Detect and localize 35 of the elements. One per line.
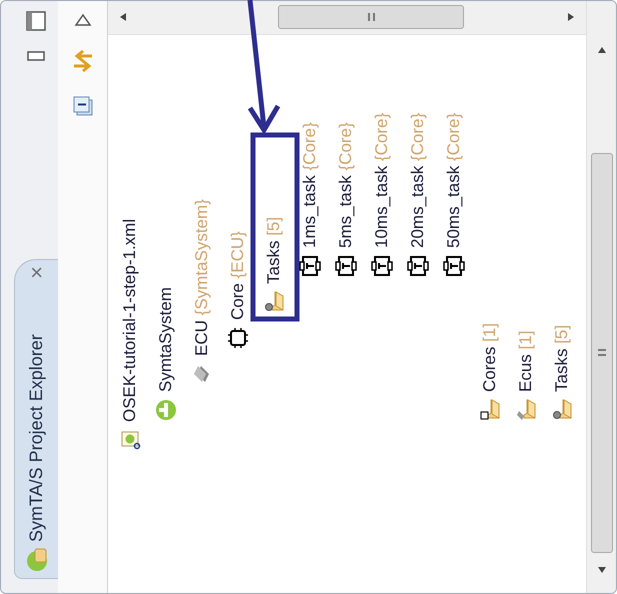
tree-item[interactable]: ECU {SymtaSystem}	[189, 199, 215, 356]
task-icon	[407, 255, 429, 277]
xml-file-icon	[119, 429, 141, 451]
view-menu-icon[interactable]	[74, 13, 92, 27]
task-folder-icon	[263, 291, 285, 313]
view-tab[interactable]: SymTA/S Project Explorer ×	[14, 259, 58, 579]
chip-icon	[227, 327, 249, 349]
tree-item[interactable]: Tasks [5]	[261, 216, 287, 284]
maximize-icon[interactable]	[26, 11, 46, 31]
tree-item[interactable]: 10ms_task {Core}	[369, 112, 395, 248]
view-title: SymTA/S Project Explorer	[25, 334, 47, 542]
tree-item[interactable]: 50ms_task {Core}	[441, 112, 467, 248]
tree-item[interactable]: Tasks [5]	[549, 324, 575, 392]
tree-item[interactable]: 20ms_task {Core}	[405, 112, 431, 248]
core-folder-icon	[479, 399, 501, 421]
tree-item[interactable]: 5ms_task {Core}	[333, 122, 359, 248]
explorer-icon	[24, 548, 48, 572]
tree-item[interactable]: Core {ECU}	[225, 231, 251, 320]
task-icon	[335, 255, 357, 277]
tree-item[interactable]: Ecus [1]	[513, 330, 539, 392]
minimize-icon[interactable]	[27, 51, 45, 61]
task-icon	[299, 255, 321, 277]
task-folder-icon	[551, 399, 573, 421]
ecu-folder-icon	[515, 399, 537, 421]
scrollbar-thumb[interactable]	[278, 6, 464, 30]
close-button[interactable]: ×	[26, 266, 48, 279]
tree-item[interactable]: SymtaSystem	[153, 287, 179, 392]
task-icon	[443, 255, 465, 277]
system-icon	[155, 399, 177, 421]
collapse-all-icon[interactable]	[72, 95, 94, 117]
task-icon	[371, 255, 393, 277]
tree-item[interactable]: 1ms_task {Core}	[297, 122, 323, 248]
tree-item[interactable]: Cores [1]	[477, 323, 503, 392]
scrollbar-thumb[interactable]	[590, 153, 612, 553]
tree-item[interactable]: OSEK-tutorial-1-step-1.xml	[117, 218, 143, 422]
